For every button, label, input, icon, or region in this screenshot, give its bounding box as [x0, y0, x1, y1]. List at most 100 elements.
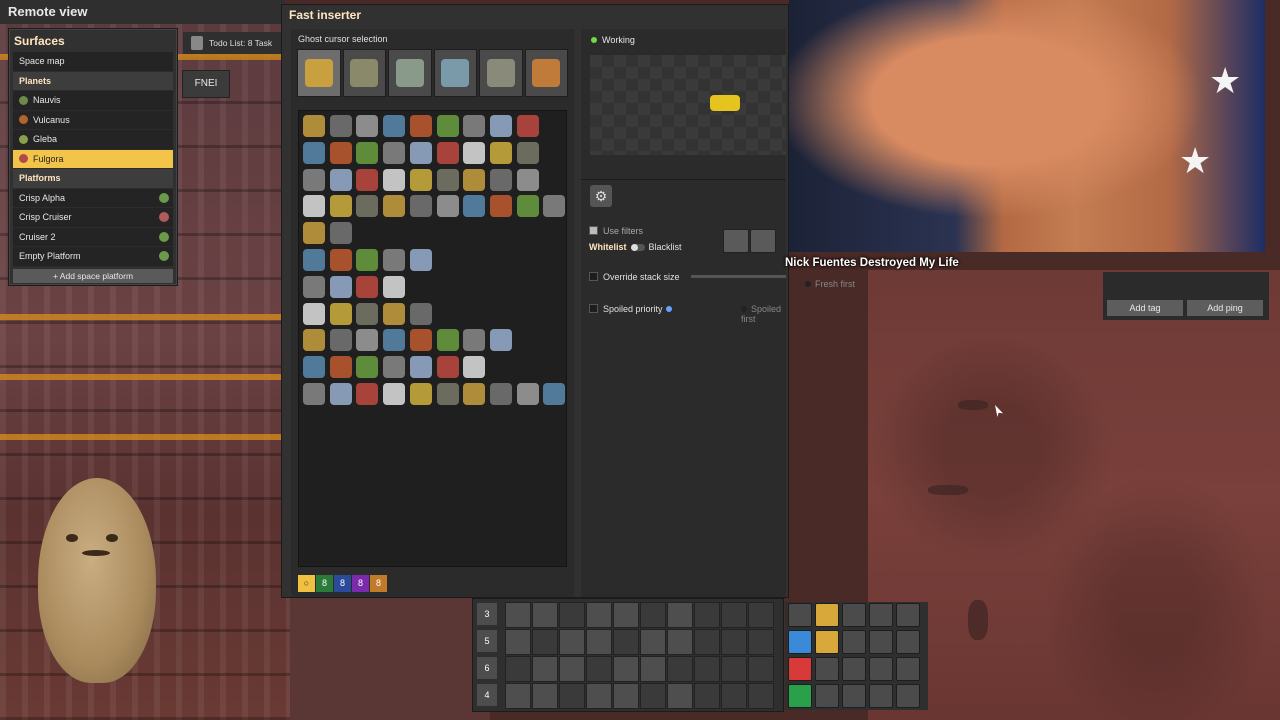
- item-slot-icon[interactable]: [303, 329, 325, 352]
- override-stack-row[interactable]: Override stack size: [589, 272, 680, 282]
- item-slot-icon[interactable]: [329, 383, 352, 405]
- quickbar-slot[interactable]: [505, 629, 531, 655]
- item-slot-icon[interactable]: [329, 168, 352, 191]
- item-slot-icon[interactable]: [436, 383, 459, 405]
- item-slot-icon[interactable]: [383, 141, 406, 164]
- spoiled-first-option[interactable]: Spoiled first: [741, 304, 786, 324]
- shortcut-button[interactable]: [869, 684, 893, 708]
- filter-slot[interactable]: [750, 229, 776, 253]
- item-slot-icon[interactable]: [303, 168, 325, 191]
- tab-purple[interactable]: 8: [352, 575, 369, 592]
- item-slot-icon[interactable]: [436, 329, 459, 352]
- quickbar-slot[interactable]: [613, 683, 639, 709]
- item-slot-icon[interactable]: [516, 168, 539, 191]
- item-slot-icon[interactable]: [383, 168, 406, 191]
- shortcut-button[interactable]: [788, 684, 812, 708]
- item-slot-icon[interactable]: [303, 356, 325, 379]
- item-slot-icon[interactable]: [436, 141, 459, 164]
- item-slot-icon[interactable]: [329, 275, 352, 298]
- quickbar-slot[interactable]: [613, 602, 639, 628]
- shortcut-button[interactable]: [842, 684, 866, 708]
- item-slot-icon[interactable]: [303, 115, 325, 137]
- quickbar-slot[interactable]: [748, 683, 774, 709]
- game-world-middle[interactable]: [290, 595, 490, 720]
- quickbar-slot[interactable]: [721, 683, 747, 709]
- item-slot-icon[interactable]: [409, 168, 432, 191]
- fresh-first-option[interactable]: Fresh first: [805, 279, 855, 289]
- item-slot-icon[interactable]: [329, 141, 352, 164]
- quickbar-slot[interactable]: [748, 602, 774, 628]
- quickbar-slot[interactable]: [613, 629, 639, 655]
- use-filters-checkbox[interactable]: [589, 226, 598, 235]
- shortcut-button[interactable]: [896, 630, 920, 654]
- platform-item[interactable]: Cruiser 2: [13, 228, 173, 247]
- tab-blue[interactable]: 8: [334, 575, 351, 592]
- quickbar-slot[interactable]: [694, 656, 720, 682]
- spoiled-priority-checkbox[interactable]: [589, 304, 598, 313]
- shortcut-button[interactable]: [788, 630, 812, 654]
- quickbar-slot[interactable]: [721, 602, 747, 628]
- tab-green[interactable]: 8: [316, 575, 333, 592]
- quickbar-slot[interactable]: [532, 683, 558, 709]
- filter-slot[interactable]: [723, 229, 749, 253]
- item-slot-icon[interactable]: [463, 383, 486, 405]
- item-slot-icon[interactable]: [489, 329, 512, 352]
- quickbar-slot[interactable]: [721, 629, 747, 655]
- override-stack-checkbox[interactable]: [589, 272, 598, 281]
- item-slot-icon[interactable]: [489, 383, 512, 405]
- item-slot-icon[interactable]: [356, 168, 379, 191]
- item-slot-icon[interactable]: [383, 249, 406, 271]
- tab-all[interactable]: ○: [298, 575, 315, 592]
- item-slot-icon[interactable]: [383, 115, 406, 137]
- item-slot-icon[interactable]: [356, 329, 379, 352]
- quickbar-slot[interactable]: [748, 656, 774, 682]
- quickbar-slot[interactable]: [640, 683, 666, 709]
- quickbar-slot[interactable]: [694, 629, 720, 655]
- whitelist-switch[interactable]: [630, 244, 645, 251]
- quickbar-slot[interactable]: [640, 602, 666, 628]
- item-slot-icon[interactable]: [409, 302, 432, 325]
- tab-production[interactable]: [342, 49, 386, 97]
- tab-intermediates[interactable]: [388, 49, 432, 97]
- quickbar-slot[interactable]: [640, 629, 666, 655]
- quickbar-slot[interactable]: [505, 683, 531, 709]
- space-map-item[interactable]: Space map: [13, 52, 173, 72]
- planet-item-nauvis[interactable]: Nauvis: [13, 91, 173, 111]
- item-slot-icon[interactable]: [516, 141, 539, 164]
- item-slot-icon[interactable]: [356, 115, 379, 137]
- item-slot-icon[interactable]: [463, 356, 486, 379]
- item-slot-icon[interactable]: [303, 302, 325, 325]
- item-slot-icon[interactable]: [383, 195, 406, 218]
- item-slot-icon[interactable]: [463, 195, 486, 218]
- quickbar-slot[interactable]: [532, 656, 558, 682]
- item-slot-icon[interactable]: [383, 275, 406, 298]
- item-slot-icon[interactable]: [329, 195, 352, 218]
- tab-logistics[interactable]: [297, 49, 341, 97]
- item-slot-icon[interactable]: [463, 115, 486, 137]
- quickbar-slot[interactable]: [586, 683, 612, 709]
- circuit-settings-gear-icon[interactable]: ⚙: [590, 185, 612, 207]
- item-slot-icon[interactable]: [329, 302, 352, 325]
- item-slot-icon[interactable]: [329, 115, 352, 137]
- item-slot-icon[interactable]: [356, 249, 379, 271]
- item-slot-icon[interactable]: [409, 356, 432, 379]
- item-slot-icon[interactable]: [356, 141, 379, 164]
- shortcut-button[interactable]: [815, 684, 839, 708]
- quickbar-slot[interactable]: [667, 683, 693, 709]
- quickbar-page-number[interactable]: 6: [477, 657, 497, 679]
- item-slot-icon[interactable]: [463, 329, 486, 352]
- item-slot-icon[interactable]: [543, 383, 566, 405]
- shortcut-button[interactable]: [815, 603, 839, 627]
- item-slot-icon[interactable]: [463, 168, 486, 191]
- item-slot-icon[interactable]: [329, 329, 352, 352]
- shortcut-button[interactable]: [815, 630, 839, 654]
- quickbar-slot[interactable]: [667, 629, 693, 655]
- item-slot-icon[interactable]: [489, 195, 512, 218]
- item-slot-icon[interactable]: [543, 195, 566, 218]
- quickbar-slot[interactable]: [667, 656, 693, 682]
- item-slot-icon[interactable]: [383, 329, 406, 352]
- item-slot-icon[interactable]: [409, 249, 432, 271]
- quickbar-slot[interactable]: [559, 602, 585, 628]
- quickbar-slot[interactable]: [505, 602, 531, 628]
- item-slot-icon[interactable]: [383, 383, 406, 405]
